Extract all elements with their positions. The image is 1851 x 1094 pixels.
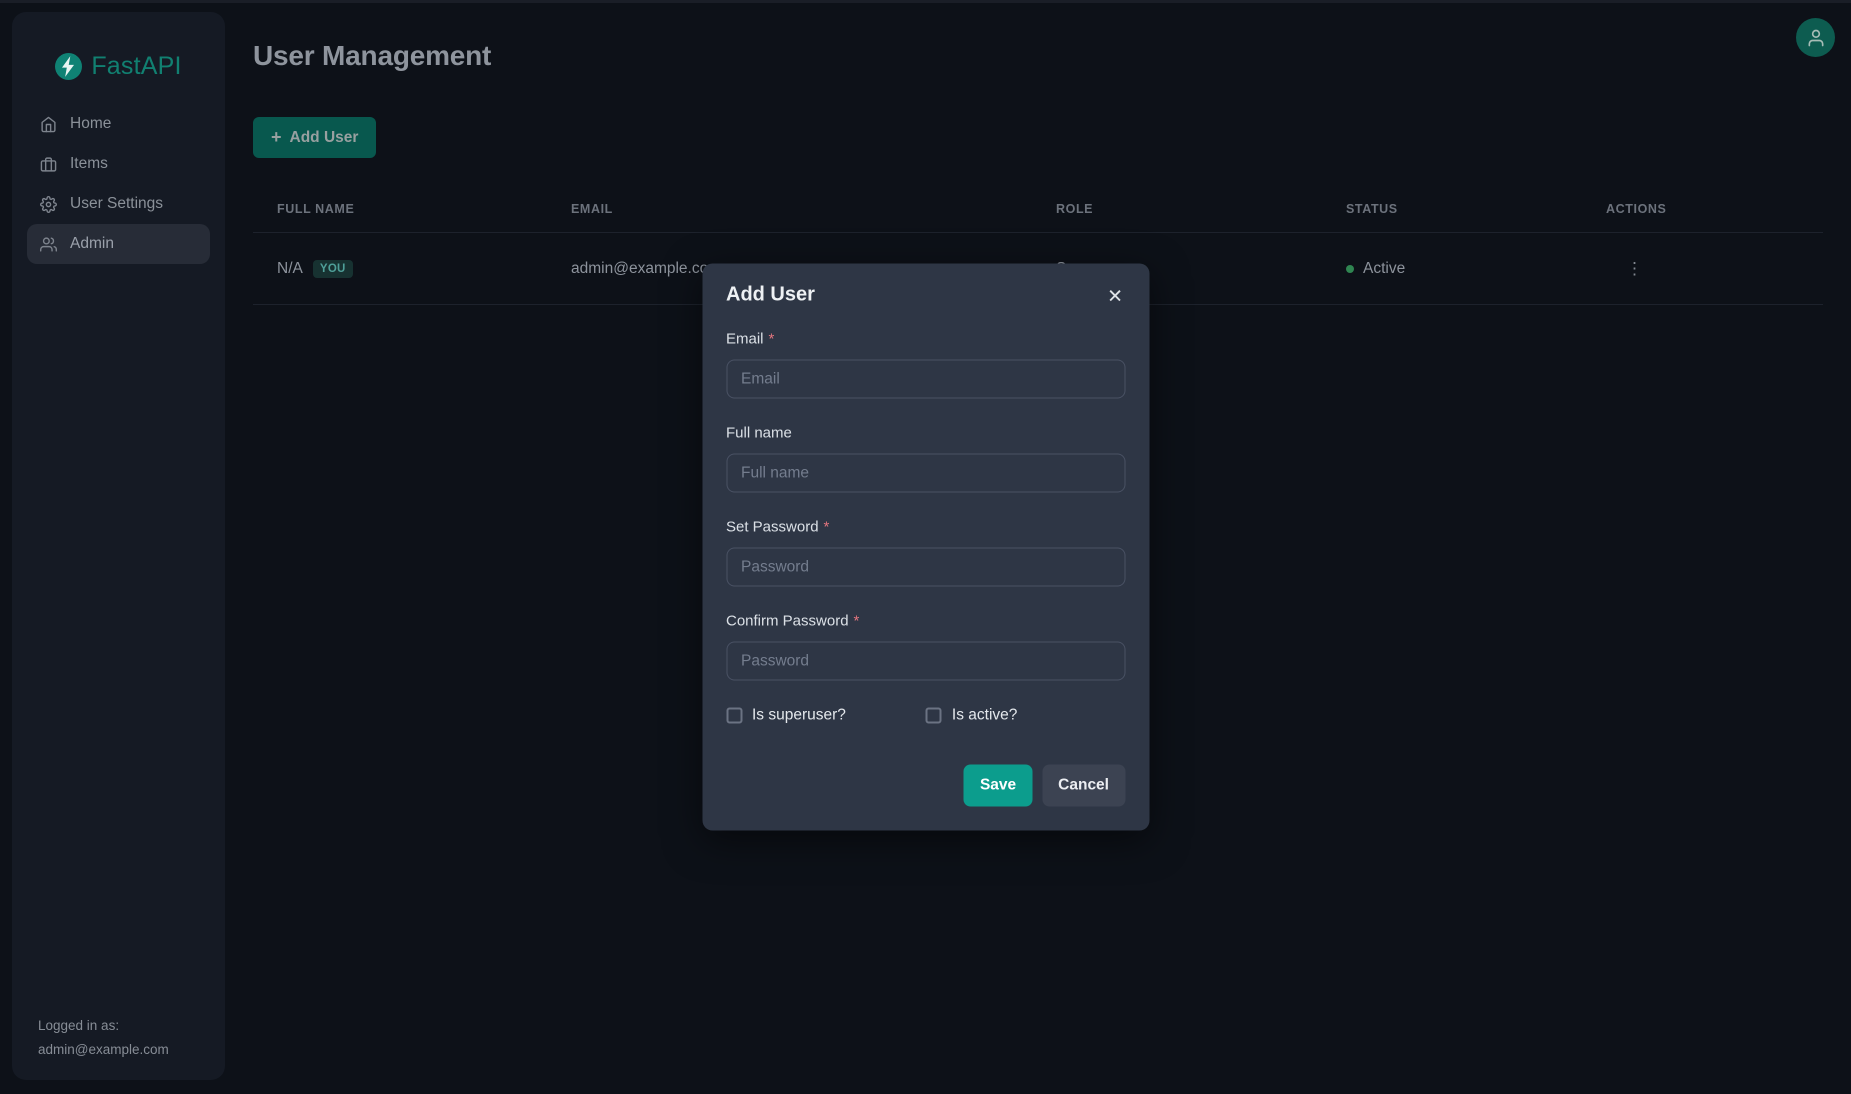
user-icon — [1806, 28, 1826, 48]
is-active-label: Is active? — [952, 707, 1017, 725]
sidebar-item-label: Admin — [70, 235, 114, 253]
email-input[interactable] — [726, 360, 1125, 399]
required-mark: * — [769, 331, 775, 348]
set-password-field-group: Set Password* — [726, 519, 1125, 587]
full-name-field-group: Full name — [726, 425, 1125, 493]
required-mark: * — [854, 613, 860, 630]
col-header-status: STATUS — [1322, 190, 1582, 232]
status-dot-icon — [1346, 265, 1354, 273]
modal-footer: Save Cancel — [726, 765, 1125, 807]
email-label: Email* — [726, 331, 1125, 348]
sidebar-item-label: Items — [70, 155, 108, 173]
modal-header: Add User ✕ — [726, 284, 1125, 307]
fastapi-logo: FastAPI — [12, 12, 225, 86]
users-icon — [40, 236, 57, 253]
checkbox-icon — [726, 708, 742, 724]
logged-in-info: Logged in as: admin@example.com — [38, 1014, 169, 1062]
full-name-value: N/A — [277, 260, 303, 278]
full-name-input[interactable] — [726, 454, 1125, 493]
save-button[interactable]: Save — [964, 765, 1032, 807]
modal-checkboxes: Is superuser? Is active? — [726, 707, 1125, 725]
table-header-row: FULL NAME EMAIL ROLE STATUS ACTIONS — [253, 190, 1823, 233]
is-active-checkbox[interactable]: Is active? — [926, 707, 1017, 725]
briefcase-icon — [40, 156, 57, 173]
sidebar: FastAPI Home Items User Settings Admin L… — [12, 12, 225, 1080]
col-header-actions: ACTIONS — [1582, 190, 1823, 232]
col-header-full-name: FULL NAME — [253, 190, 547, 232]
required-mark: * — [824, 519, 830, 536]
status-value: Active — [1363, 260, 1405, 278]
logo-text: FastAPI — [91, 52, 181, 81]
plus-icon: + — [271, 127, 282, 148]
home-icon — [40, 116, 57, 133]
sidebar-item-admin[interactable]: Admin — [27, 224, 210, 264]
sidebar-nav: Home Items User Settings Admin — [12, 104, 225, 264]
set-password-input[interactable] — [726, 548, 1125, 587]
modal-title: Add User — [726, 284, 815, 307]
sidebar-item-items[interactable]: Items — [12, 144, 225, 184]
sidebar-item-user-settings[interactable]: User Settings — [12, 184, 225, 224]
col-header-role: ROLE — [1032, 190, 1322, 232]
confirm-password-field-group: Confirm Password* — [726, 613, 1125, 681]
row-actions-menu-icon[interactable]: ⋮ — [1626, 260, 1643, 277]
is-superuser-label: Is superuser? — [752, 707, 846, 725]
add-user-modal: Add User ✕ Email* Full name Set Password… — [702, 264, 1149, 831]
is-superuser-checkbox[interactable]: Is superuser? — [726, 707, 846, 725]
cancel-button[interactable]: Cancel — [1042, 765, 1125, 807]
email-field-group: Email* — [726, 331, 1125, 399]
close-icon[interactable]: ✕ — [1107, 284, 1125, 307]
confirm-password-label: Confirm Password* — [726, 613, 1125, 630]
cell-status: Active — [1322, 260, 1582, 278]
fastapi-bolt-icon — [55, 53, 82, 80]
full-name-label: Full name — [726, 425, 1125, 442]
add-user-button[interactable]: + Add User — [253, 117, 376, 158]
sidebar-item-home[interactable]: Home — [12, 104, 225, 144]
set-password-label: Set Password* — [726, 519, 1125, 536]
page-title: User Management — [253, 40, 491, 72]
cell-actions: ⋮ — [1582, 260, 1823, 277]
window-top-edge — [0, 0, 1851, 3]
logged-in-email: admin@example.com — [38, 1038, 169, 1062]
sidebar-item-label: Home — [70, 115, 111, 133]
cell-full-name: N/A YOU — [253, 260, 547, 278]
sidebar-item-label: User Settings — [70, 195, 163, 213]
user-avatar-button[interactable] — [1796, 18, 1835, 57]
logged-in-label: Logged in as: — [38, 1014, 169, 1038]
add-user-button-label: Add User — [290, 129, 359, 147]
confirm-password-input[interactable] — [726, 642, 1125, 681]
checkbox-icon — [926, 708, 942, 724]
gear-icon — [40, 196, 57, 213]
col-header-email: EMAIL — [547, 190, 1032, 232]
you-badge: YOU — [313, 260, 353, 278]
